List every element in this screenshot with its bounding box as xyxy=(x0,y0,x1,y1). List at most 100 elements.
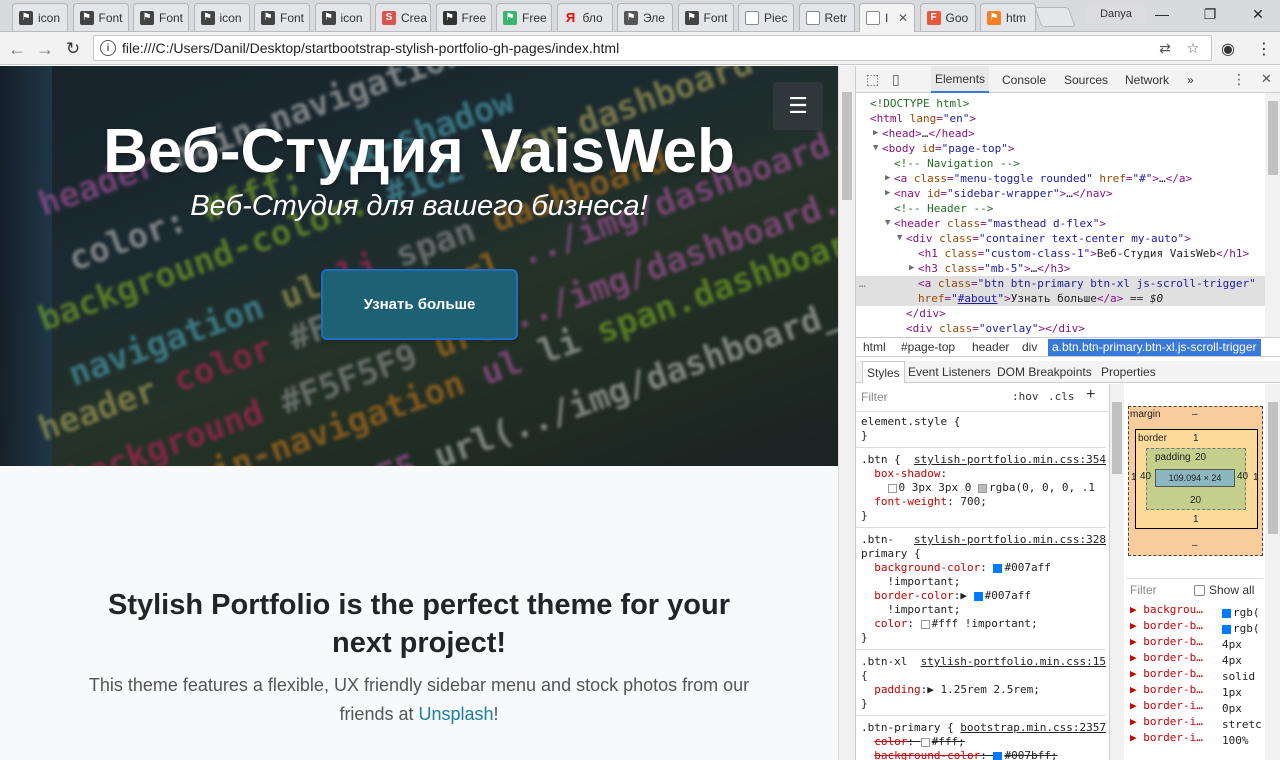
browser-tab[interactable]: ⚑ icon xyxy=(193,3,250,31)
breadcrumb-item[interactable]: html xyxy=(863,340,886,354)
info-icon[interactable]: i xyxy=(100,40,116,56)
computed-property-row[interactable]: ▶ border-b… solid xyxy=(1130,667,1263,683)
browser-tab[interactable]: ⚑ htm xyxy=(980,3,1036,31)
styles-scrollbar-thumb[interactable] xyxy=(1112,402,1122,474)
show-all-checkbox[interactable]: Show all xyxy=(1194,583,1254,597)
style-declaration[interactable]: { xyxy=(861,669,1109,683)
devtools-tab-sources[interactable]: Sources xyxy=(1064,66,1108,93)
close-devtools-icon[interactable]: ✕ xyxy=(1261,71,1272,87)
browser-tab[interactable]: ⚑ Font xyxy=(677,3,734,31)
minimize-button[interactable]: — xyxy=(1142,4,1182,24)
dom-node[interactable]: <html lang="en"> xyxy=(856,111,1265,126)
dom-node[interactable]: </div> xyxy=(856,306,1265,321)
device-toolbar-icon[interactable]: ▯ xyxy=(892,71,900,88)
subtab-properties[interactable]: Properties xyxy=(1101,365,1156,379)
browser-tab[interactable]: ⚑ Free xyxy=(496,3,552,31)
style-declaration[interactable]: border-color:▶ #007aff xyxy=(861,589,1109,603)
style-source-link[interactable]: bootstrap.min.css:2357 xyxy=(960,721,1106,735)
expand-arrow-icon[interactable]: ▶ xyxy=(885,186,890,201)
computed-property-row[interactable]: ▶ border-i… 0px xyxy=(1130,699,1263,715)
breadcrumb-item[interactable]: #page-top xyxy=(901,340,955,354)
style-declaration[interactable]: } xyxy=(861,509,1109,523)
style-declaration[interactable]: font-weight: 700; xyxy=(861,495,1109,509)
subtab-styles[interactable]: Styles xyxy=(862,361,905,383)
dom-node[interactable]: href="#about">Узнать больше</a> == $0 xyxy=(856,291,1265,306)
collapse-arrow-icon[interactable]: ▼ xyxy=(885,216,890,231)
back-icon[interactable]: ← xyxy=(6,38,28,60)
style-declaration[interactable]: background-color: #007aff xyxy=(861,561,1109,575)
browser-tab[interactable]: Piec xyxy=(738,3,794,31)
dom-node[interactable]: <h1 class="custom-class-1">Веб-Студия Va… xyxy=(856,246,1265,261)
new-tab-button[interactable] xyxy=(1034,7,1076,27)
computed-property-row[interactable]: ▶ border-i… stretc xyxy=(1130,715,1263,731)
menu-dots-icon[interactable]: ⋮ xyxy=(1256,39,1272,59)
breadcrumb-item[interactable]: a.btn.btn-primary.btn-xl.js-scroll-trigg… xyxy=(1048,339,1261,356)
breadcrumb-item[interactable]: div xyxy=(1022,340,1037,354)
browser-tab[interactable]: F Goo xyxy=(919,3,976,31)
more-tools-icon[interactable]: ⋮ xyxy=(1232,71,1246,88)
style-declaration[interactable]: color: #fff; xyxy=(861,735,1109,749)
devtools-tab-network[interactable]: Network xyxy=(1125,66,1169,93)
style-declaration[interactable]: box-shadow: xyxy=(861,467,1109,481)
subtab-event-listeners[interactable]: Event Listeners xyxy=(908,365,991,379)
browser-tab[interactable]: ⚑ Эле xyxy=(617,3,673,31)
elements-scrollbar[interactable] xyxy=(1265,93,1280,337)
browser-tab[interactable]: ⚑ Font xyxy=(72,3,129,31)
expand-arrow-icon[interactable]: ▶ xyxy=(873,126,878,141)
browser-tab[interactable]: Retr xyxy=(798,3,855,31)
forward-icon[interactable]: → xyxy=(34,38,56,60)
expand-arrow-icon[interactable]: ▶ xyxy=(885,171,890,186)
dom-node[interactable]: ▼ <header class="masthead d-flex"> xyxy=(856,216,1265,231)
browser-tab[interactable]: ⚑ icon xyxy=(314,3,371,31)
cls-toggle[interactable]: .cls xyxy=(1048,390,1075,403)
browser-tab[interactable]: ⚑ Free xyxy=(435,3,492,31)
devtools-tab-console[interactable]: Console xyxy=(1002,66,1046,93)
style-declaration[interactable]: background-color: #007bff; xyxy=(861,749,1109,760)
styles-scrollbar[interactable] xyxy=(1110,384,1124,760)
style-source-link[interactable]: stylish-portfolio.min.css:15 xyxy=(921,655,1106,669)
style-declaration[interactable]: } xyxy=(861,631,1109,645)
style-declaration[interactable]: !important; xyxy=(861,575,1109,589)
collapse-arrow-icon[interactable]: ▼ xyxy=(897,231,902,246)
new-rule-icon[interactable]: + xyxy=(1086,386,1095,404)
eye-icon[interactable]: ◉ xyxy=(1221,39,1235,59)
browser-tab[interactable]: S Crea xyxy=(375,3,431,31)
translate-icon[interactable]: ⇄ xyxy=(1155,40,1175,57)
node-actions-icon[interactable]: … xyxy=(859,276,866,291)
hov-toggle[interactable]: :hov xyxy=(1012,390,1039,403)
style-declaration[interactable]: } xyxy=(861,697,1109,711)
browser-tab[interactable]: ⚑ Font xyxy=(254,3,310,31)
browser-tab[interactable]: ⚑ Font xyxy=(133,3,189,31)
unsplash-link[interactable]: Unsplash xyxy=(418,704,493,724)
dom-node[interactable]: ▼ <div class="container text-center my-au… xyxy=(856,231,1265,246)
style-declaration[interactable]: 0 3px 3px 0 rgba(0, 0, 0, .1 xyxy=(861,481,1109,495)
url-text[interactable]: file:///C:/Users/Danil/Desktop/startboot… xyxy=(122,40,1155,56)
dom-node[interactable]: ▶ <nav id="sidebar-wrapper">…</nav> xyxy=(856,186,1265,201)
learn-more-button[interactable]: Узнать больше xyxy=(321,269,518,340)
breadcrumb-item[interactable]: header xyxy=(972,340,1009,354)
style-declaration[interactable]: element.style { xyxy=(861,415,1109,429)
restore-button[interactable]: ❐ xyxy=(1190,4,1230,24)
dom-node[interactable]: ▶ <h3 class="mb-5">…</h3> xyxy=(856,261,1265,276)
dom-node[interactable]: <!-- Header --> xyxy=(856,201,1265,216)
subtab-dom-breakpoints[interactable]: DOM Breakpoints xyxy=(997,365,1092,379)
style-declaration[interactable]: primary { xyxy=(861,547,1109,561)
close-tab-icon[interactable]: ✕ xyxy=(898,11,908,25)
page-scrollbar-thumb[interactable] xyxy=(842,92,852,200)
computed-property-row[interactable]: ▶ border-b… 4px xyxy=(1130,635,1263,651)
devtools-tab-elements[interactable]: Elements xyxy=(931,66,990,93)
checkbox-icon[interactable] xyxy=(1194,585,1205,597)
address-bar[interactable]: i file:///C:/Users/Danil/Desktop/startbo… xyxy=(93,35,1212,61)
style-declaration[interactable]: color: #fff !important; xyxy=(861,617,1109,631)
computed-filter-input[interactable]: Filter xyxy=(1130,583,1157,597)
browser-tab[interactable]: I ✕ xyxy=(859,3,915,32)
expand-arrow-icon[interactable]: ▶ xyxy=(909,261,914,276)
close-window-button[interactable]: ✕ xyxy=(1238,4,1278,24)
dom-node[interactable]: … <a class="btn btn-primary btn-xl js-scr… xyxy=(856,276,1265,291)
computed-property-row[interactable]: ▶ backgrou… rgb( xyxy=(1130,603,1263,619)
dom-node[interactable]: <div class="overlay"></div> xyxy=(856,321,1265,336)
collapse-arrow-icon[interactable]: ▼ xyxy=(873,141,878,156)
reload-icon[interactable]: ↻ xyxy=(62,38,84,60)
dom-node[interactable]: ▶ <a class="menu-toggle rounded" href="#"… xyxy=(856,171,1265,186)
style-source-link[interactable]: stylish-portfolio.min.css:354 xyxy=(914,453,1106,467)
